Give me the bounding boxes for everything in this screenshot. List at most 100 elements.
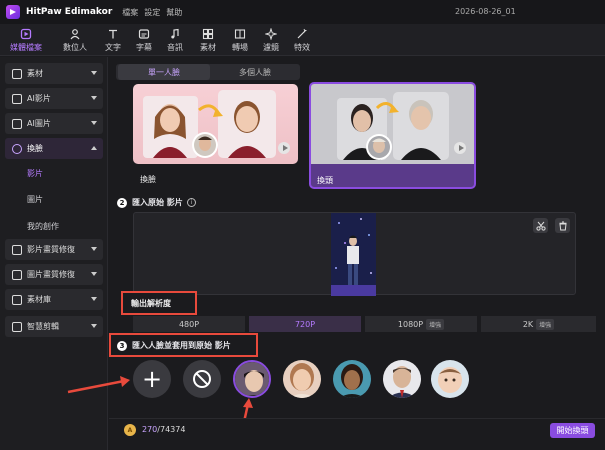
chevron-down-icon xyxy=(91,297,97,301)
play-icon[interactable] xyxy=(454,142,466,154)
face-thumbnail xyxy=(333,360,371,398)
resolution-1080p[interactable]: 1080P 增強 xyxy=(365,316,477,332)
enhance-badge: 增強 xyxy=(536,318,555,330)
face-mode-tabs: 單一人臉 多個人臉 xyxy=(116,64,300,80)
sidebar-sub-my-creations[interactable]: 我的創作 xyxy=(27,221,59,232)
tool-transition[interactable]: 轉場 xyxy=(227,26,253,54)
sidebar-item-label: 圖片畫質修復 xyxy=(27,270,75,279)
tool-digital-human[interactable]: 數位人 xyxy=(59,26,91,54)
chevron-down-icon xyxy=(91,71,97,75)
tool-subtitle-label: 字幕 xyxy=(136,43,152,52)
sidebar-sub-image[interactable]: 圖片 xyxy=(27,194,43,205)
tool-effects-label: 特效 xyxy=(294,43,310,52)
play-icon[interactable] xyxy=(278,142,290,154)
credits-counter: 270/74374 xyxy=(142,425,185,434)
sidebar-item-smart-edit[interactable]: 智慧剪輯 xyxy=(5,316,103,337)
face-option-3[interactable] xyxy=(333,360,371,398)
tab-multi-face[interactable]: 多個人臉 xyxy=(212,64,298,80)
transition-icon xyxy=(234,29,246,39)
face-thumbnail xyxy=(431,360,469,398)
tool-media[interactable]: 媒體檔案 xyxy=(6,26,46,54)
material-icon xyxy=(202,28,214,40)
sidebar-item-image-enhance[interactable]: 圖片畫質修復 xyxy=(5,264,103,285)
tool-subtitle[interactable]: 字幕 xyxy=(131,26,157,54)
resolution-label: 480P xyxy=(178,319,200,329)
main-toolbar: 媒體檔案 數位人 文字 字幕 音訊 素材 轉場 濾鏡 特效 xyxy=(0,24,605,56)
output-resolution-title: 輸出解析度 xyxy=(131,299,171,308)
sidebar-item-video-enhance[interactable]: 影片畫質修復 xyxy=(5,239,103,260)
chevron-up-icon xyxy=(91,146,97,150)
smart-edit-icon xyxy=(12,321,22,332)
face-thumbnail xyxy=(383,360,421,398)
video-enhance-icon xyxy=(12,244,22,255)
library-icon xyxy=(12,294,22,305)
tab-single-face[interactable]: 單一人臉 xyxy=(118,64,210,80)
menu-file[interactable]: 檔案 xyxy=(122,7,138,18)
sidebar-item-label: 智慧剪輯 xyxy=(27,322,59,331)
trash-icon[interactable] xyxy=(555,218,570,233)
filter-icon xyxy=(265,28,277,40)
face-option-1[interactable] xyxy=(233,360,271,398)
tool-text[interactable]: 文字 xyxy=(100,26,126,54)
mode-card-head-swap-label: 換頭 xyxy=(317,176,333,185)
tool-audio[interactable]: 音訊 xyxy=(162,26,188,54)
tool-material[interactable]: 素材 xyxy=(195,26,221,54)
sidebar-item-library[interactable]: 素材庫 xyxy=(5,289,103,310)
tool-transition-label: 轉場 xyxy=(232,43,248,52)
folder-icon xyxy=(12,68,22,79)
face-option-4[interactable] xyxy=(383,360,421,398)
app-name: HitPaw Edimakor xyxy=(26,7,113,17)
sidebar-item-ai-video[interactable]: AI影片 xyxy=(5,88,103,109)
sidebar-item-label: 影片畫質修復 xyxy=(27,245,75,254)
tool-audio-label: 音訊 xyxy=(167,43,183,52)
ai-image-icon xyxy=(12,118,22,129)
resolution-480p[interactable]: 480P xyxy=(133,316,245,332)
sidebar-sub-video[interactable]: 影片 xyxy=(27,168,43,179)
credits-total: /74374 xyxy=(157,425,186,434)
menu-help[interactable]: 幫助 xyxy=(166,7,182,18)
sidebar-item-label: 素材 xyxy=(27,69,43,78)
no-face-button[interactable] xyxy=(183,360,221,398)
sidebar-item-material[interactable]: 素材 xyxy=(5,63,103,84)
subtitle-icon xyxy=(138,29,150,39)
mode-card-face-swap[interactable] xyxy=(133,84,298,164)
tool-effects[interactable]: 特效 xyxy=(289,26,315,54)
chevron-down-icon xyxy=(91,272,97,276)
info-icon[interactable]: i xyxy=(186,198,196,207)
tool-digital-human-label: 數位人 xyxy=(63,43,87,52)
face-option-5[interactable] xyxy=(431,360,469,398)
head-swap-preview-image xyxy=(311,84,474,164)
source-video-thumbnail xyxy=(331,213,376,296)
ai-video-icon xyxy=(12,93,22,104)
chevron-down-icon xyxy=(91,247,97,251)
enhance-badge: 增強 xyxy=(426,318,445,330)
sidebar-item-ai-image[interactable]: AI圖片 xyxy=(5,113,103,134)
mode-card-head-swap[interactable]: 換頭 xyxy=(309,82,476,189)
video-upload-area[interactable] xyxy=(133,212,576,296)
project-name: 2026-08-26_01 xyxy=(455,7,516,16)
tool-filter[interactable]: 濾鏡 xyxy=(258,26,284,54)
sidebar-item-face-swap[interactable]: 換臉 xyxy=(5,138,103,159)
face-thumbnail xyxy=(283,360,321,398)
app-logo-icon xyxy=(6,5,20,19)
step3-title: 3 匯入人臉並套用到原始 影片 xyxy=(117,340,231,351)
resolution-options: 480P 720P 1080P 增強 2K 增強 xyxy=(133,316,596,332)
menu-settings[interactable]: 設定 xyxy=(144,7,160,18)
sidebar-item-label: 換臉 xyxy=(27,144,43,153)
add-face-button[interactable]: + xyxy=(133,360,171,398)
tool-text-label: 文字 xyxy=(105,43,121,52)
face-option-2[interactable] xyxy=(283,360,321,398)
footer-bar xyxy=(109,418,605,450)
face-swap-icon xyxy=(12,143,22,154)
text-icon xyxy=(109,29,117,39)
resolution-720p[interactable]: 720P xyxy=(249,316,361,332)
step-number: 2 xyxy=(117,197,127,208)
scissors-icon[interactable] xyxy=(533,218,548,233)
resolution-label: 2K xyxy=(522,319,534,329)
start-head-swap-button[interactable]: 開始換頭 xyxy=(550,423,595,438)
chevron-down-icon xyxy=(91,324,97,328)
resolution-2k[interactable]: 2K 增強 xyxy=(481,316,596,332)
music-icon xyxy=(171,28,179,39)
image-enhance-icon xyxy=(12,269,22,280)
tool-media-label: 媒體檔案 xyxy=(10,43,42,52)
